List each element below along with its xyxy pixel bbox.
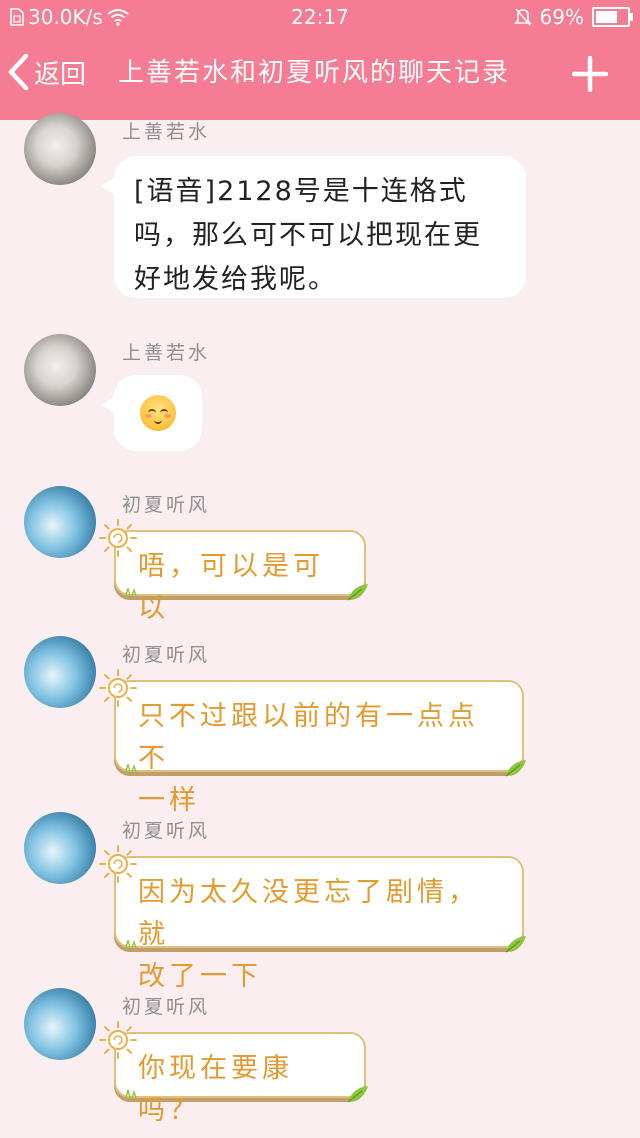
- grass-icon: [125, 939, 137, 948]
- sun-icon: [99, 519, 137, 557]
- avatar[interactable]: [24, 988, 96, 1060]
- add-icon[interactable]: [572, 56, 608, 92]
- message-bubble[interactable]: 因为太久没更忘了剧情，就 改了一下: [99, 845, 526, 992]
- sender-name: 初夏听风: [122, 996, 211, 1018]
- sun-icon: [99, 1021, 137, 1059]
- message-line: [语音]2128号是十连格式: [134, 176, 468, 207]
- avatar[interactable]: [24, 636, 96, 708]
- battery-percent: 69%: [539, 5, 584, 29]
- title-bar: 返回 上善若水和初夏听风的聊天记录: [0, 34, 640, 120]
- sender-name: 初夏听风: [122, 494, 211, 516]
- message-text: 唔，可以是可以: [138, 551, 324, 624]
- message-line: 因为太久没更忘了剧情，就: [138, 877, 479, 950]
- avatar[interactable]: [24, 486, 96, 558]
- message-bubble[interactable]: 你现在要康吗？: [99, 1021, 368, 1126]
- avatar[interactable]: [24, 334, 96, 406]
- sender-name: 上善若水: [122, 121, 211, 143]
- message-line: 吗，那么可不可以把现在更: [134, 220, 482, 251]
- battery-icon: [592, 7, 633, 27]
- sender-name: 初夏听风: [122, 644, 211, 666]
- page-title: 上善若水和初夏听风的聊天记录: [118, 58, 511, 88]
- sun-icon: [99, 845, 137, 883]
- message-bubble[interactable]: 只不过跟以前的有一点点不 一样: [99, 669, 526, 816]
- sun-icon: [99, 669, 137, 707]
- mute-bell-icon: [513, 8, 532, 26]
- sender-name: 初夏听风: [122, 820, 211, 842]
- status-bar: 30.0K/s 22:17 69%: [0, 0, 640, 34]
- grass-icon: [125, 763, 137, 772]
- back-button[interactable]: 返回: [6, 52, 86, 92]
- avatar[interactable]: [24, 113, 96, 185]
- message-bubble[interactable]: [102, 375, 202, 451]
- status-right: 69%: [513, 5, 633, 29]
- blush-emoji-icon: [140, 395, 176, 431]
- sender-name: 上善若水: [122, 342, 211, 364]
- avatar[interactable]: [24, 812, 96, 884]
- grass-icon: [125, 1089, 137, 1098]
- leaf-icon: [347, 584, 368, 601]
- chevron-left-icon: [8, 53, 29, 91]
- battery-fill: [596, 11, 617, 23]
- message-bubble[interactable]: [语音]2128号是十连格式 吗，那么可不可以把现在更 好地发给我呢。: [102, 156, 526, 298]
- message-line: 只不过跟以前的有一点点不: [138, 701, 479, 774]
- message-text: 你现在要康吗？: [138, 1053, 293, 1126]
- leaf-icon: [505, 760, 526, 777]
- leaf-icon: [505, 936, 526, 953]
- back-label: 返回: [34, 59, 87, 90]
- grass-icon: [125, 587, 137, 596]
- message-line: 好地发给我呢。: [134, 264, 337, 295]
- leaf-icon: [347, 1086, 368, 1103]
- message-bubble[interactable]: 唔，可以是可以: [99, 519, 368, 624]
